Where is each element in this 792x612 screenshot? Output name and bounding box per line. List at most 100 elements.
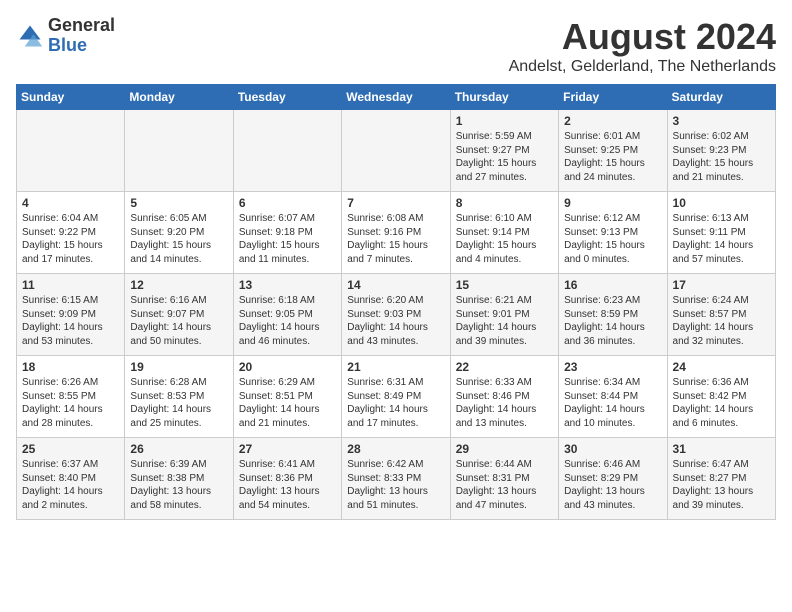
day-number: 28 — [347, 442, 444, 456]
calendar-week-4: 18Sunrise: 6:26 AM Sunset: 8:55 PM Dayli… — [17, 356, 776, 438]
day-info: Sunrise: 6:18 AM Sunset: 9:05 PM Dayligh… — [239, 294, 336, 348]
day-number: 8 — [456, 196, 553, 210]
day-info: Sunrise: 6:42 AM Sunset: 8:33 PM Dayligh… — [347, 458, 444, 512]
day-info: Sunrise: 6:41 AM Sunset: 8:36 PM Dayligh… — [239, 458, 336, 512]
calendar-cell: 6Sunrise: 6:07 AM Sunset: 9:18 PM Daylig… — [233, 192, 341, 274]
calendar-cell: 16 Sunrise: 6:23 AM Sunset: 8:59 PM Dayli… — [559, 274, 667, 356]
day-info: Sunrise: 6:37 AM Sunset: 8:40 PM Dayligh… — [22, 458, 119, 512]
day-number: 1 — [456, 114, 553, 128]
calendar-week-2: 4 Sunrise: 6:04 AM Sunset: 9:22 PM Daylig… — [17, 192, 776, 274]
calendar-cell: 4 Sunrise: 6:04 AM Sunset: 9:22 PM Daylig… — [17, 192, 125, 274]
day-info: Sunrise: 6:39 AM Sunset: 8:38 PM Dayligh… — [130, 458, 227, 512]
day-info: Sunrise: 6:10 AM Sunset: 9:14 PM Dayligh… — [456, 212, 553, 266]
day-number: 11 — [22, 278, 119, 292]
day-number: 27 — [239, 442, 336, 456]
day-info: Sunrise: 6:05 AM Sunset: 9:20 PM Dayligh… — [130, 212, 227, 266]
day-number: 9 — [564, 196, 661, 210]
column-header-thursday: Thursday — [450, 85, 558, 110]
calendar-cell: 29 Sunrise: 6:44 AM Sunset: 8:31 PM Dayli… — [450, 438, 558, 520]
calendar-cell: 23Sunrise: 6:34 AM Sunset: 8:44 PM Dayli… — [559, 356, 667, 438]
calendar-cell: 2 Sunrise: 6:01 AM Sunset: 9:25 PM Daylig… — [559, 110, 667, 192]
page-subtitle: Andelst, Gelderland, The Netherlands — [509, 58, 776, 76]
logo: General Blue — [16, 16, 115, 56]
day-info: Sunrise: 6:29 AM Sunset: 8:51 PM Dayligh… — [239, 376, 336, 430]
calendar-cell — [233, 110, 341, 192]
day-number: 7 — [347, 196, 444, 210]
calendar-header-row: SundayMondayTuesdayWednesdayThursdayFrid… — [17, 85, 776, 110]
calendar-cell: 12Sunrise: 6:16 AM Sunset: 9:07 PM Dayli… — [125, 274, 233, 356]
calendar-cell: 5 Sunrise: 6:05 AM Sunset: 9:20 PM Daylig… — [125, 192, 233, 274]
calendar-week-1: 1 Sunrise: 5:59 AM Sunset: 9:27 PM Daylig… — [17, 110, 776, 192]
page-title: August 2024 — [509, 16, 776, 58]
day-info: Sunrise: 6:36 AM Sunset: 8:42 PM Dayligh… — [673, 376, 770, 430]
day-number: 24 — [673, 360, 770, 374]
calendar-cell: 14 Sunrise: 6:20 AM Sunset: 9:03 PM Dayli… — [342, 274, 450, 356]
day-number: 25 — [22, 442, 119, 456]
calendar-cell: 3 Sunrise: 6:02 AM Sunset: 9:23 PM Daylig… — [667, 110, 775, 192]
calendar-cell: 22 Sunrise: 6:33 AM Sunset: 8:46 PM Dayli… — [450, 356, 558, 438]
calendar-cell: 18Sunrise: 6:26 AM Sunset: 8:55 PM Dayli… — [17, 356, 125, 438]
column-header-saturday: Saturday — [667, 85, 775, 110]
calendar-cell: 31 Sunrise: 6:47 AM Sunset: 8:27 PM Dayli… — [667, 438, 775, 520]
calendar-cell: 21Sunrise: 6:31 AM Sunset: 8:49 PM Dayli… — [342, 356, 450, 438]
day-info: Sunrise: 5:59 AM Sunset: 9:27 PM Dayligh… — [456, 130, 553, 184]
calendar-cell: 19Sunrise: 6:28 AM Sunset: 8:53 PM Dayli… — [125, 356, 233, 438]
day-number: 26 — [130, 442, 227, 456]
calendar-week-3: 11Sunrise: 6:15 AM Sunset: 9:09 PM Dayli… — [17, 274, 776, 356]
day-info: Sunrise: 6:13 AM Sunset: 9:11 PM Dayligh… — [673, 212, 770, 266]
day-number: 22 — [456, 360, 553, 374]
day-number: 3 — [673, 114, 770, 128]
logo-text: General Blue — [48, 16, 115, 56]
calendar-cell: 25 Sunrise: 6:37 AM Sunset: 8:40 PM Dayli… — [17, 438, 125, 520]
day-info: Sunrise: 6:44 AM Sunset: 8:31 PM Dayligh… — [456, 458, 553, 512]
calendar-cell: 11Sunrise: 6:15 AM Sunset: 9:09 PM Dayli… — [17, 274, 125, 356]
column-header-tuesday: Tuesday — [233, 85, 341, 110]
calendar-cell: 30Sunrise: 6:46 AM Sunset: 8:29 PM Dayli… — [559, 438, 667, 520]
calendar-cell: 10 Sunrise: 6:13 AM Sunset: 9:11 PM Dayli… — [667, 192, 775, 274]
calendar-table: SundayMondayTuesdayWednesdayThursdayFrid… — [16, 84, 776, 520]
day-info: Sunrise: 6:20 AM Sunset: 9:03 PM Dayligh… — [347, 294, 444, 348]
calendar-cell: 26 Sunrise: 6:39 AM Sunset: 8:38 PM Dayli… — [125, 438, 233, 520]
day-number: 16 — [564, 278, 661, 292]
day-info: Sunrise: 6:07 AM Sunset: 9:18 PM Dayligh… — [239, 212, 336, 266]
calendar-cell: 17 Sunrise: 6:24 AM Sunset: 8:57 PM Dayli… — [667, 274, 775, 356]
calendar-cell: 9 Sunrise: 6:12 AM Sunset: 9:13 PM Daylig… — [559, 192, 667, 274]
calendar-cell: 24 Sunrise: 6:36 AM Sunset: 8:42 PM Dayli… — [667, 356, 775, 438]
day-info: Sunrise: 6:28 AM Sunset: 8:53 PM Dayligh… — [130, 376, 227, 430]
day-info: Sunrise: 6:24 AM Sunset: 8:57 PM Dayligh… — [673, 294, 770, 348]
calendar-cell: 15Sunrise: 6:21 AM Sunset: 9:01 PM Dayli… — [450, 274, 558, 356]
day-info: Sunrise: 6:08 AM Sunset: 9:16 PM Dayligh… — [347, 212, 444, 266]
day-info: Sunrise: 6:04 AM Sunset: 9:22 PM Dayligh… — [22, 212, 119, 266]
calendar-cell: 1 Sunrise: 5:59 AM Sunset: 9:27 PM Daylig… — [450, 110, 558, 192]
logo-general: General — [48, 16, 115, 36]
column-header-monday: Monday — [125, 85, 233, 110]
day-number: 10 — [673, 196, 770, 210]
day-number: 20 — [239, 360, 336, 374]
column-header-wednesday: Wednesday — [342, 85, 450, 110]
day-info: Sunrise: 6:23 AM Sunset: 8:59 PM Dayligh… — [564, 294, 661, 348]
column-header-sunday: Sunday — [17, 85, 125, 110]
day-number: 5 — [130, 196, 227, 210]
calendar-cell: 13 Sunrise: 6:18 AM Sunset: 9:05 PM Dayli… — [233, 274, 341, 356]
day-number: 23 — [564, 360, 661, 374]
day-info: Sunrise: 6:02 AM Sunset: 9:23 PM Dayligh… — [673, 130, 770, 184]
day-info: Sunrise: 6:26 AM Sunset: 8:55 PM Dayligh… — [22, 376, 119, 430]
calendar-cell: 28 Sunrise: 6:42 AM Sunset: 8:33 PM Dayli… — [342, 438, 450, 520]
day-number: 14 — [347, 278, 444, 292]
calendar-cell: 8 Sunrise: 6:10 AM Sunset: 9:14 PM Daylig… — [450, 192, 558, 274]
day-info: Sunrise: 6:12 AM Sunset: 9:13 PM Dayligh… — [564, 212, 661, 266]
day-info: Sunrise: 6:47 AM Sunset: 8:27 PM Dayligh… — [673, 458, 770, 512]
day-number: 12 — [130, 278, 227, 292]
day-info: Sunrise: 6:33 AM Sunset: 8:46 PM Dayligh… — [456, 376, 553, 430]
day-number: 13 — [239, 278, 336, 292]
page-header: General Blue August 2024 Andelst, Gelder… — [16, 16, 776, 76]
day-number: 31 — [673, 442, 770, 456]
day-number: 29 — [456, 442, 553, 456]
day-number: 2 — [564, 114, 661, 128]
day-number: 17 — [673, 278, 770, 292]
day-number: 21 — [347, 360, 444, 374]
day-number: 4 — [22, 196, 119, 210]
calendar-cell: 20 Sunrise: 6:29 AM Sunset: 8:51 PM Dayli… — [233, 356, 341, 438]
day-info: Sunrise: 6:01 AM Sunset: 9:25 PM Dayligh… — [564, 130, 661, 184]
day-info: Sunrise: 6:46 AM Sunset: 8:29 PM Dayligh… — [564, 458, 661, 512]
